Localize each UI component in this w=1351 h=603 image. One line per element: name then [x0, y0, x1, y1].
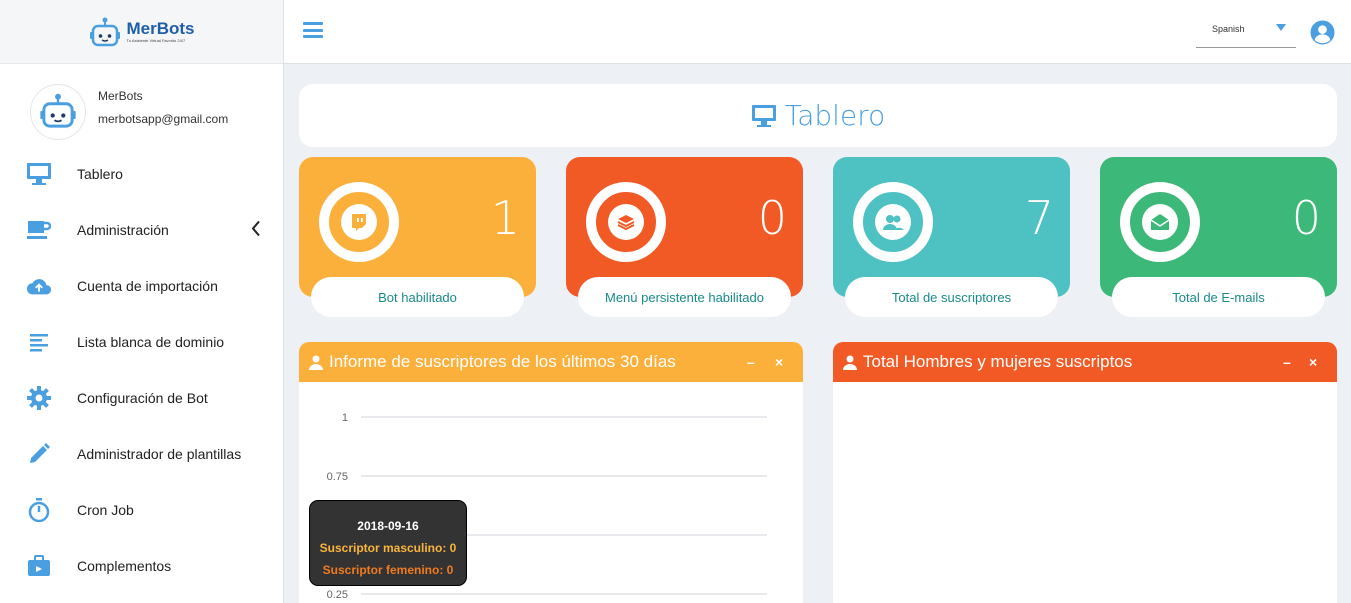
panel-header: Total Hombres y mujeres suscriptos – × — [833, 342, 1337, 382]
envelope-open-icon — [1150, 214, 1170, 230]
chart-tooltip: 2018-09-16 Suscriptor masculino: 0 Suscr… — [309, 500, 467, 586]
sidebar-item-administracion[interactable]: Administración — [0, 202, 283, 258]
chevron-left-icon[interactable] — [251, 220, 261, 240]
stat-dot — [875, 204, 911, 240]
pencil-icon — [26, 441, 52, 467]
stat-value: 0 — [757, 191, 787, 245]
sidebar-item-label: Complementos — [77, 558, 172, 574]
sidebar-item-label: Configuración de Bot — [77, 390, 208, 406]
user-profile: MerBots merbotsapp@gmail.com — [0, 64, 283, 140]
profile-name: MerBots — [98, 89, 143, 103]
gear-icon — [26, 385, 52, 411]
stat-card-bot-habilitado[interactable]: 1 Bot habilitado — [299, 157, 536, 317]
robot-logo-icon — [90, 17, 121, 46]
stat-label: Menú persistente habilitado — [578, 277, 791, 317]
sidebar: MerBots Tu Asistente Virtual Favorito 24… — [0, 0, 284, 603]
profile-email: merbotsapp@gmail.com — [98, 112, 229, 126]
sidebar-item-administrador-plantillas[interactable]: Administrador de plantillas — [0, 426, 283, 482]
close-button[interactable]: × — [1309, 354, 1317, 370]
subscribers-chart: 10.750.50.25 2018-09-16 Suscriptor mascu… — [299, 382, 803, 603]
users-icon — [883, 215, 904, 230]
minimize-button[interactable]: – — [1283, 354, 1291, 370]
sidebar-item-label: Cuenta de importación — [77, 278, 218, 294]
stat-dot — [341, 204, 377, 240]
sidebar-item-tablero[interactable]: Tablero — [0, 146, 283, 202]
sidebar-item-label: Lista blanca de dominio — [77, 334, 225, 350]
stat-value: 0 — [1291, 191, 1321, 245]
brand-name: MerBots — [126, 19, 195, 38]
hamburger-menu-icon[interactable] — [303, 22, 323, 38]
briefcase-icon — [26, 553, 52, 579]
stat-label: Total de suscriptores — [845, 277, 1058, 317]
y-tick-label: 0.25 — [327, 589, 348, 601]
stat-ring — [1120, 182, 1200, 262]
layers-icon — [617, 215, 635, 231]
caret-down-icon — [1276, 24, 1286, 31]
panel-header: Informe de suscriptores de los últimos 3… — [299, 342, 803, 382]
y-tick-label: 0.75 — [327, 471, 348, 483]
stat-card-total-suscriptores[interactable]: 7 Total de suscriptores — [833, 157, 1070, 317]
user-icon — [309, 355, 323, 370]
stat-label: Total de E-mails — [1112, 277, 1325, 317]
minimize-button[interactable]: – — [747, 354, 755, 370]
language-select[interactable]: Spanish — [1196, 18, 1296, 48]
gender-chart-area — [833, 382, 1337, 603]
language-value: Spanish — [1212, 24, 1245, 34]
sidebar-item-label: Tablero — [77, 166, 123, 182]
sidebar-item-label: Administrador de plantillas — [77, 446, 242, 462]
user-icon — [843, 355, 857, 370]
panel-title: Total Hombres y mujeres suscriptos — [863, 352, 1133, 371]
cloud-upload-icon — [26, 273, 52, 299]
gender-panel: Total Hombres y mujeres suscriptos – × — [833, 342, 1337, 603]
stat-card-total-emails[interactable]: 0 Total de E-mails — [1100, 157, 1337, 317]
brand-tagline: Tu Asistente Virtual Favorito 24/7 — [126, 38, 186, 43]
tooltip-female: Suscriptor femenino: 0 — [322, 563, 454, 577]
stat-ring — [853, 182, 933, 262]
align-left-icon — [26, 329, 52, 355]
sidebar-item-label: Cron Job — [77, 502, 134, 518]
stat-label: Bot habilitado — [311, 277, 524, 317]
subscribers-report-panel: Informe de suscriptores de los últimos 3… — [299, 342, 803, 603]
sidebar-item-lista-blanca[interactable]: Lista blanca de dominio — [0, 314, 283, 370]
sidebar-menu: Tablero Administración Cuenta de importa… — [0, 146, 283, 594]
y-tick-label: 1 — [342, 412, 348, 424]
stat-value: 7 — [1024, 191, 1054, 245]
avatar — [30, 84, 86, 140]
twitch-icon — [352, 214, 366, 231]
sidebar-item-cron-job[interactable]: Cron Job — [0, 482, 283, 538]
page-title: Tablero — [784, 99, 886, 132]
stat-card-menu-persistente[interactable]: 0 Menú persistente habilitado — [566, 157, 803, 317]
sidebar-item-label: Administración — [77, 222, 169, 238]
stat-dot — [1142, 204, 1178, 240]
sidebar-item-complementos[interactable]: Complementos — [0, 538, 283, 594]
coffee-cup-icon — [26, 217, 52, 243]
tooltip-date: 2018-09-16 — [357, 519, 419, 533]
stat-ring — [319, 182, 399, 262]
topbar: Spanish — [284, 0, 1351, 64]
sidebar-item-cuenta-importacion[interactable]: Cuenta de importación — [0, 258, 283, 314]
monitor-icon — [26, 161, 52, 187]
stat-ring — [586, 182, 666, 262]
monitor-icon — [751, 104, 776, 127]
robot-avatar-icon — [40, 93, 76, 128]
brand-logo[interactable]: MerBots Tu Asistente Virtual Favorito 24… — [0, 0, 283, 64]
tooltip-male: Suscriptor masculino: 0 — [319, 541, 457, 555]
page-title-card: Tablero — [299, 84, 1337, 147]
user-circle-icon[interactable] — [1310, 20, 1335, 45]
stat-dot — [608, 204, 644, 240]
panel-title: Informe de suscriptores de los últimos 3… — [329, 352, 676, 371]
sidebar-item-configuracion-bot[interactable]: Configuración de Bot — [0, 370, 283, 426]
stat-value: 1 — [490, 191, 520, 245]
stopwatch-icon — [26, 497, 52, 523]
close-button[interactable]: × — [775, 354, 783, 370]
